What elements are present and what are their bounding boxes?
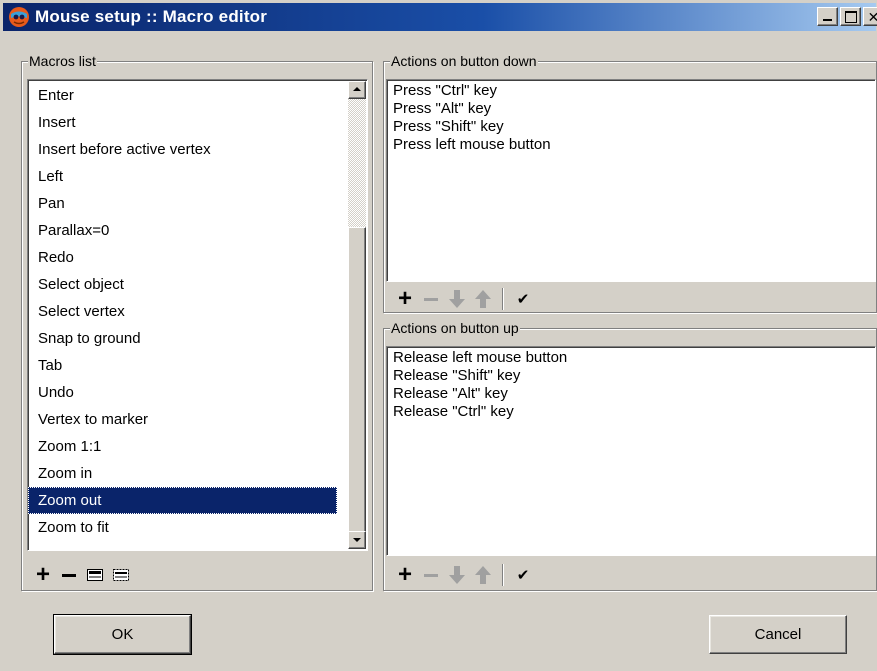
toolbar-separator	[502, 288, 504, 310]
minus-icon	[424, 573, 438, 577]
action-down-item[interactable]: Press "Ctrl" key	[387, 82, 875, 100]
app-logo-icon	[8, 6, 30, 28]
action-up-item[interactable]: Release left mouse button	[387, 349, 875, 367]
macro-list-item[interactable]: Tab	[28, 352, 337, 379]
macro-list-item[interactable]: Pan	[28, 190, 337, 217]
macros-scrollbar[interactable]	[348, 81, 366, 549]
actions-down-listbox[interactable]: Press "Ctrl" key Press "Alt" key Press "Sh…	[386, 79, 876, 282]
macro-editor-window: Mouse setup :: Macro editor ✕ Macros lis…	[0, 0, 877, 671]
actions-down-items: Press "Ctrl" key Press "Alt" key Press "Sh…	[387, 80, 875, 154]
macros-list-label: Macros list	[28, 53, 97, 69]
actions-down-toolbar: + ✔	[392, 286, 536, 312]
actions-up-toolbar: + ✔	[392, 562, 536, 588]
macro-list-item[interactable]: Select object	[28, 271, 337, 298]
macro-list-item[interactable]: Enter	[28, 82, 337, 109]
macro-list-item[interactable]: Snap to ground	[28, 325, 337, 352]
plus-icon: +	[35, 561, 50, 588]
rename-icon	[87, 569, 103, 581]
arrow-down-icon	[449, 290, 465, 308]
action-down-item[interactable]: Press "Alt" key	[387, 100, 875, 118]
maximize-button[interactable]	[840, 7, 861, 26]
actions-up-listbox[interactable]: Release left mouse button Release "Shift"…	[386, 346, 876, 556]
rename-macro-button[interactable]	[82, 563, 108, 587]
macros-toolbar: +	[30, 562, 134, 588]
close-button[interactable]: ✕	[863, 7, 877, 26]
actions-down-label: Actions on button down	[390, 53, 538, 69]
macros-items: Enter Insert Insert before active vertex Le…	[28, 80, 367, 541]
action-down-item[interactable]: Press left mouse button	[387, 136, 875, 154]
macros-list-group: Macros list Enter Insert Insert before act…	[21, 53, 373, 591]
actions-up-label: Actions on button up	[390, 320, 520, 336]
macro-list-item[interactable]: Vertex to marker	[28, 406, 337, 433]
plus-icon: +	[397, 561, 412, 588]
actions-up-items: Release left mouse button Release "Shift"…	[387, 347, 875, 421]
checkmark-icon: ✔	[516, 567, 530, 584]
copy-icon	[113, 569, 129, 581]
add-macro-button[interactable]: +	[30, 563, 56, 587]
apply-down-action-button[interactable]: ✔	[510, 287, 536, 311]
minimize-button[interactable]	[817, 7, 838, 26]
macro-list-item[interactable]: Parallax=0	[28, 217, 337, 244]
macro-list-item[interactable]: Redo	[28, 244, 337, 271]
remove-macro-button[interactable]	[56, 563, 82, 587]
ok-button[interactable]: OK	[53, 614, 192, 655]
actions-up-group: Actions on button up Release left mouse …	[383, 320, 877, 591]
cancel-button[interactable]: Cancel	[709, 615, 847, 654]
action-up-item[interactable]: Release "Ctrl" key	[387, 403, 875, 421]
macro-list-item[interactable]: Zoom in	[28, 460, 337, 487]
minus-icon	[62, 573, 76, 577]
macro-list-item[interactable]: Select vertex	[28, 298, 337, 325]
macro-list-item[interactable]: Zoom to fit	[28, 514, 337, 541]
arrow-down-icon	[449, 566, 465, 584]
action-up-item[interactable]: Release "Shift" key	[387, 367, 875, 385]
copy-macro-button[interactable]	[108, 563, 134, 587]
move-up-action-down-button[interactable]	[444, 563, 470, 587]
checkmark-icon: ✔	[516, 291, 530, 308]
arrow-up-icon	[475, 290, 491, 308]
scroll-down-button[interactable]	[348, 531, 366, 549]
move-up-action-up-button[interactable]	[470, 563, 496, 587]
add-down-action-button[interactable]: +	[392, 287, 418, 311]
scroll-up-button[interactable]	[348, 81, 366, 99]
macro-list-item[interactable]: Insert before active vertex	[28, 136, 337, 163]
remove-down-action-button[interactable]	[418, 287, 444, 311]
arrow-up-icon	[475, 566, 491, 584]
cancel-button-label: Cancel	[754, 626, 802, 643]
scroll-thumb[interactable]	[348, 227, 366, 542]
move-down-action-up-button[interactable]	[470, 287, 496, 311]
add-up-action-button[interactable]: +	[392, 563, 418, 587]
macro-list-item[interactable]: Zoom out	[28, 487, 337, 514]
toolbar-separator	[502, 564, 504, 586]
ok-button-label: OK	[111, 626, 134, 643]
move-down-action-down-button[interactable]	[444, 287, 470, 311]
title-bar[interactable]: Mouse setup :: Macro editor ✕	[3, 3, 877, 31]
action-down-item[interactable]: Press "Shift" key	[387, 118, 875, 136]
macro-list-item[interactable]: Left	[28, 163, 337, 190]
action-up-item[interactable]: Release "Alt" key	[387, 385, 875, 403]
macro-list-item[interactable]: Zoom 1:1	[28, 433, 337, 460]
remove-up-action-button[interactable]	[418, 563, 444, 587]
macro-list-item[interactable]: Undo	[28, 379, 337, 406]
apply-up-action-button[interactable]: ✔	[510, 563, 536, 587]
plus-icon: +	[397, 285, 412, 312]
macros-listbox[interactable]: Enter Insert Insert before active vertex Le…	[27, 79, 368, 551]
minus-icon	[424, 297, 438, 301]
actions-down-group: Actions on button down Press "Ctrl" key P…	[383, 53, 877, 313]
window-title: Mouse setup :: Macro editor	[35, 7, 268, 26]
close-icon: ✕	[867, 8, 877, 25]
macro-list-item[interactable]: Insert	[28, 109, 337, 136]
